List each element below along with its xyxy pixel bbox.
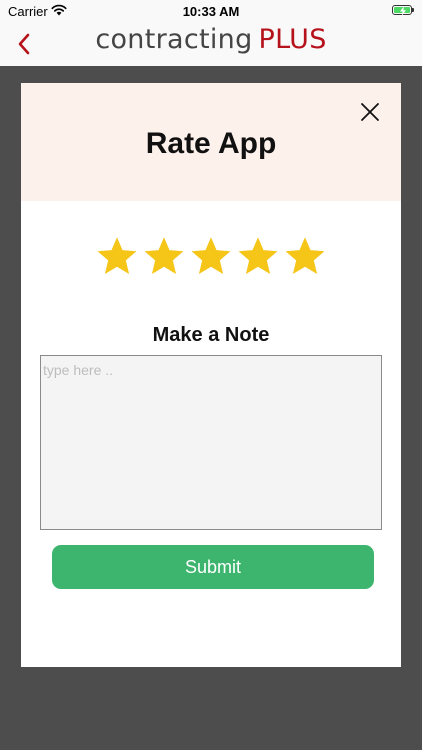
brand-logo: contracting PLUS	[0, 22, 422, 66]
status-time: 10:33 AM	[182, 4, 240, 19]
close-button[interactable]	[357, 99, 383, 125]
submit-button[interactable]: Submit	[52, 545, 374, 589]
note-textarea[interactable]	[40, 355, 382, 530]
dialog-header: Rate App	[21, 83, 401, 201]
dialog-title: Rate App	[145, 127, 277, 160]
brand-logo-plus: PLUS	[258, 24, 327, 55]
star-2-icon[interactable]	[143, 235, 185, 277]
battery-charging-icon	[392, 5, 414, 16]
star-4-icon[interactable]	[237, 235, 279, 277]
star-rating	[21, 235, 401, 277]
brand-logo-text: contracting	[95, 24, 253, 55]
navigation-bar: contracting PLUS	[0, 22, 422, 67]
star-3-icon[interactable]	[190, 235, 232, 277]
rate-app-dialog: Rate App Make a Note Submit	[21, 83, 401, 667]
star-5-icon[interactable]	[284, 235, 326, 277]
status-bar: Carrier 10:33 AM	[0, 0, 422, 22]
note-label: Make a Note	[152, 324, 270, 346]
close-icon	[361, 103, 379, 121]
star-1-icon[interactable]	[96, 235, 138, 277]
